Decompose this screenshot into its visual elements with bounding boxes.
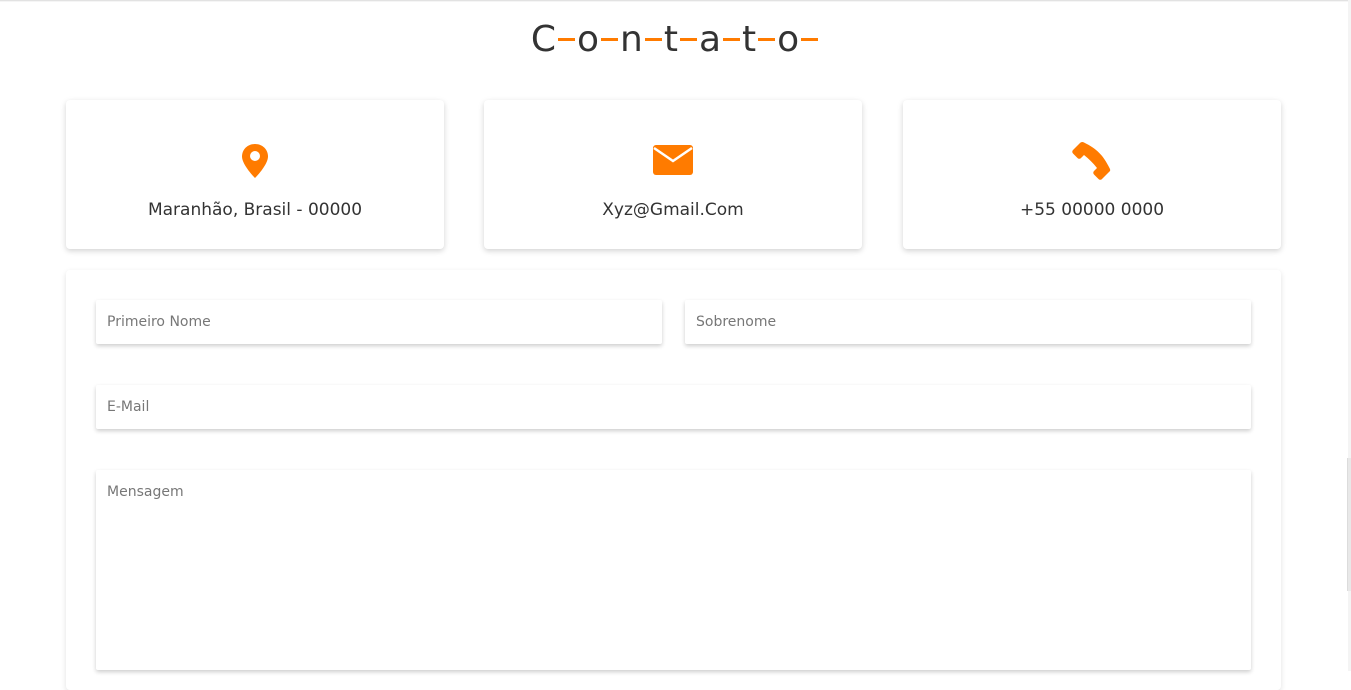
phone-card: +55 00000 0000 <box>903 100 1281 249</box>
email-card: Xyz@Gmail.Com <box>484 100 862 249</box>
title-letter: o <box>576 19 599 60</box>
title-dash <box>557 37 575 41</box>
title-letter: o <box>777 19 800 60</box>
title-letter: a <box>698 19 722 60</box>
address-text: Maranhão, Brasil - 00000 <box>147 200 363 220</box>
title-letter: C <box>530 19 556 60</box>
title-dash <box>601 37 618 41</box>
first-name-input[interactable] <box>96 300 662 344</box>
contact-form <box>66 270 1281 690</box>
last-name-input[interactable] <box>685 300 1251 344</box>
title-dash <box>723 37 741 41</box>
title-dash <box>644 37 662 41</box>
page-title: Contato <box>0 14 1351 66</box>
title-dash <box>758 37 776 41</box>
title-letter: t <box>663 19 678 60</box>
address-card: Maranhão, Brasil - 00000 <box>66 100 444 249</box>
message-textarea[interactable] <box>96 470 1251 670</box>
email-text: Xyz@Gmail.Com <box>602 200 744 220</box>
email-input[interactable] <box>96 385 1251 429</box>
phone-text: +55 00000 0000 <box>1019 200 1165 220</box>
title-dash <box>679 37 697 41</box>
map-marker-icon <box>235 140 275 180</box>
header-shadow <box>0 0 1351 2</box>
scrollbar-thumb[interactable] <box>1347 458 1351 591</box>
envelope-icon <box>653 140 693 180</box>
title-letter: n <box>620 19 643 60</box>
title-letter: t <box>742 19 757 60</box>
title-dash <box>801 37 819 41</box>
phone-icon <box>1072 140 1112 180</box>
